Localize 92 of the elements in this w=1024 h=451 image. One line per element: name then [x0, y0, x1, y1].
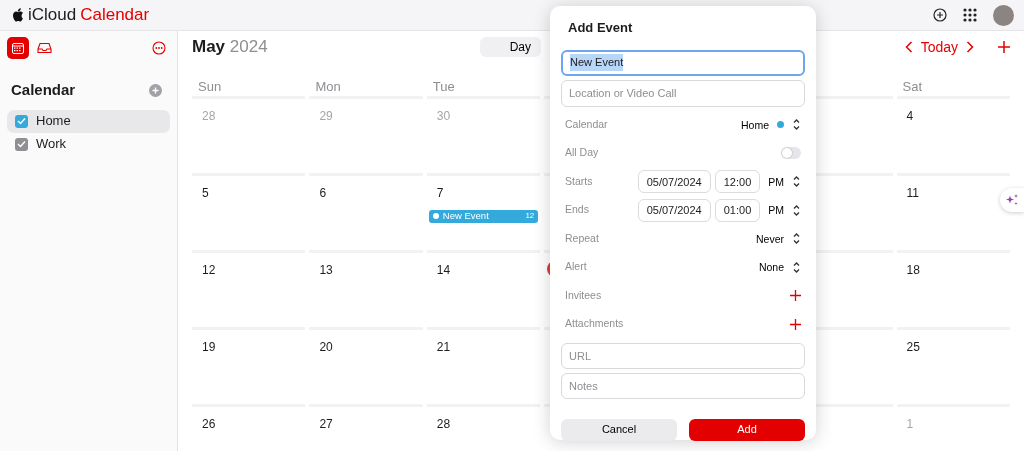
chevron-right-icon: [966, 41, 974, 53]
day-number: 13: [319, 263, 333, 277]
calendar-checkbox[interactable]: [15, 137, 28, 151]
brand-name: iCloud: [28, 4, 77, 27]
updown-arrow-icon: [792, 232, 801, 246]
day-number: 30: [436, 109, 451, 123]
day-number: 19: [202, 340, 216, 354]
field-label: Ends: [565, 202, 589, 218]
cancel-button[interactable]: Cancel: [561, 418, 677, 441]
add-button[interactable]: Add: [689, 418, 805, 441]
day-number: 6: [319, 186, 327, 200]
day-view-tab[interactable]: Day: [479, 37, 541, 57]
day-number: 18: [906, 263, 920, 277]
day-number: 11: [906, 186, 920, 200]
plus-icon: [790, 318, 801, 330]
dialog-title: Add Event: [568, 19, 634, 37]
plus-icon: [998, 41, 1010, 53]
updown-arrow-icon: [792, 203, 801, 217]
next-button[interactable]: [966, 41, 974, 53]
calendar-name: Home: [36, 112, 71, 131]
day-number: 12: [202, 263, 216, 277]
apple-logo-icon: [12, 8, 24, 22]
chevron-left-icon: [904, 41, 913, 53]
add-button[interactable]: [933, 8, 947, 22]
more-options-button[interactable]: [152, 41, 166, 55]
event-title-field[interactable]: New Event: [561, 49, 805, 76]
updown-arrow-icon: [792, 118, 801, 132]
calendar-list-item[interactable]: Work: [7, 132, 170, 156]
select-control[interactable]: Home: [741, 118, 801, 132]
notes-field[interactable]: Notes: [561, 372, 805, 399]
day-number: 5: [202, 186, 209, 200]
day-number: 1: [906, 417, 914, 431]
url-field[interactable]: URL: [561, 342, 805, 369]
day-number: 7: [436, 186, 444, 200]
field-label: Starts: [565, 173, 593, 189]
inbox-tray-icon: [37, 42, 52, 54]
apps-grid-button[interactable]: [963, 8, 977, 22]
all-day-toggle[interactable]: [781, 147, 801, 160]
date-field[interactable]: 05/07/2024: [637, 170, 711, 194]
sidebar-heading: Calendar: [11, 80, 76, 100]
add-calendar-button[interactable]: [149, 83, 162, 97]
day-number: 25: [906, 340, 920, 354]
day-number: 14: [436, 263, 451, 277]
previous-button[interactable]: [904, 41, 913, 53]
field-label: Alert: [565, 259, 587, 275]
today-button[interactable]: Today: [920, 36, 958, 58]
select-control[interactable]: None: [758, 260, 801, 274]
inbox-button[interactable]: [37, 42, 52, 54]
select-control[interactable]: Never: [756, 232, 801, 246]
updown-arrow-icon: [792, 260, 801, 274]
day-number: 4: [906, 109, 914, 123]
day-number: 27: [319, 417, 333, 431]
checkmark-icon: [17, 117, 26, 125]
day-number: 28: [436, 417, 451, 431]
time-field[interactable]: 01:00: [714, 198, 761, 222]
sparkle-button[interactable]: [1000, 188, 1024, 212]
updown-arrow-icon: [792, 175, 801, 189]
day-number: 20: [319, 340, 333, 354]
plus-circle-icon: [149, 83, 162, 97]
calendar-list-item[interactable]: Home: [7, 109, 170, 133]
day-number: 28: [202, 109, 216, 123]
field-label: Attachments: [565, 316, 624, 332]
field-label: Invitees: [565, 287, 602, 303]
checkmark-icon: [17, 140, 26, 148]
grid-icon: [963, 8, 977, 22]
calendar-view-button[interactable]: [7, 37, 29, 59]
day-number: 26: [202, 417, 216, 431]
field-label: Calendar: [565, 116, 608, 132]
add-event-button[interactable]: [998, 41, 1010, 53]
ellipsis-icon: [152, 41, 166, 55]
location-field[interactable]: Location or Video Call: [561, 79, 805, 107]
avatar[interactable]: [993, 4, 1014, 26]
period-select[interactable]: PM: [768, 203, 801, 217]
time-field[interactable]: 12:00: [714, 170, 761, 194]
weekday-label: Sun: [192, 67, 306, 99]
date-field[interactable]: 05/07/2024: [637, 198, 711, 222]
period-select[interactable]: PM: [768, 175, 801, 189]
calendar-name: Work: [36, 135, 67, 154]
calendar-icon: [12, 42, 24, 54]
day-number: 21: [436, 340, 451, 354]
weekday-label: Tue: [426, 67, 541, 99]
field-label: All Day: [565, 145, 599, 161]
plus-circle-icon: [933, 8, 947, 22]
day-number: 29: [319, 109, 333, 123]
sparkles-icon: [1005, 193, 1019, 207]
weekday-label: Sat: [896, 67, 1010, 99]
plus-icon: [790, 290, 801, 302]
calendar-checkbox[interactable]: [15, 114, 28, 128]
field-label: Repeat: [565, 230, 599, 246]
weekday-label: Mon: [309, 67, 423, 99]
app-name: Calendar: [80, 4, 150, 27]
month-title: May 2024: [192, 36, 268, 59]
